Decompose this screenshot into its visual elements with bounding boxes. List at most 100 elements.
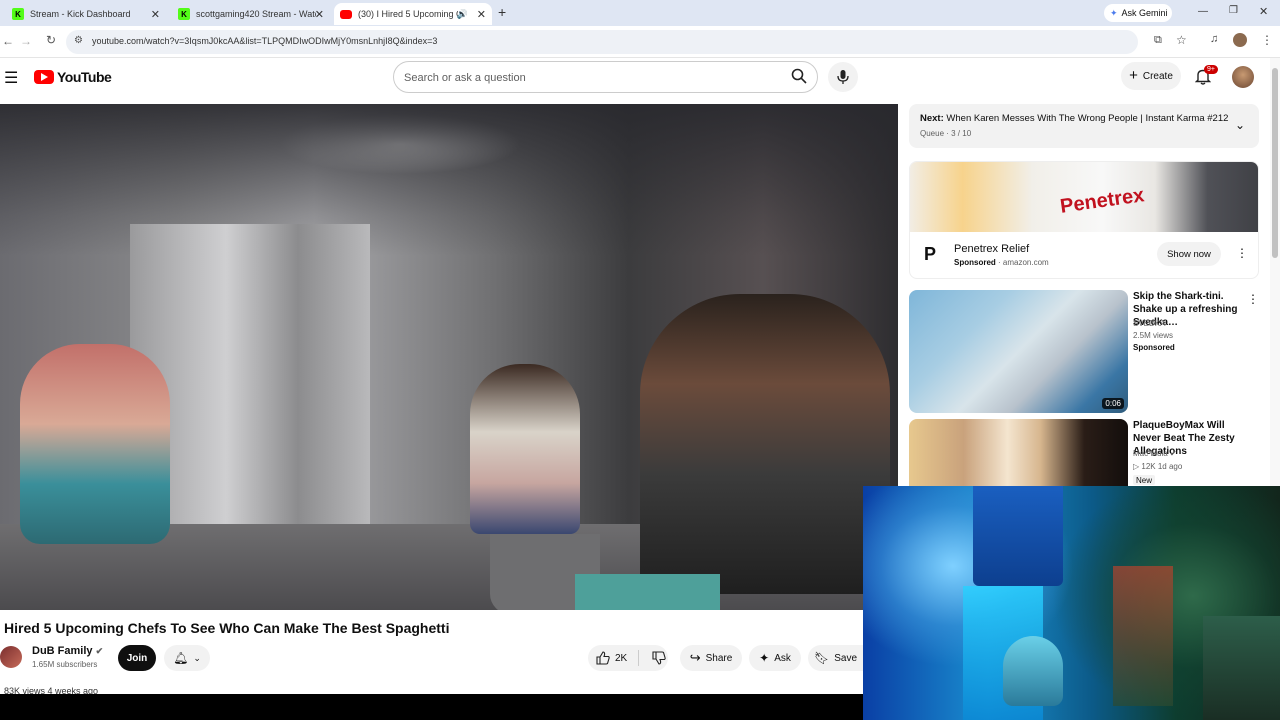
dislike-button[interactable] — [652, 651, 666, 665]
tab-close-icon[interactable]: ✕ — [477, 8, 486, 21]
verified-check-icon: ✔ — [1169, 449, 1177, 458]
show-now-button[interactable]: Show now — [1157, 242, 1221, 266]
sponsored-label: Sponsored — [954, 258, 996, 267]
scrollbar-thumb[interactable] — [1272, 68, 1278, 258]
url-text[interactable]: youtube.com/watch?v=3IqsmJ0kcAA&list=TLP… — [92, 36, 437, 46]
window-close-icon[interactable]: ✕ — [1259, 5, 1268, 18]
youtube-play-logo-icon — [34, 70, 54, 84]
new-badge: New — [1133, 475, 1156, 485]
browser-menu-icon[interactable]: ⋮ — [1261, 33, 1273, 47]
youtube-header: ☰ YouTube Search or ask a question + Cre… — [0, 58, 1270, 98]
save-label: Save — [834, 652, 858, 664]
video-views-date: 83K views 4 weeks ago — [4, 686, 99, 694]
microphone-icon — [837, 70, 849, 84]
voice-search-button[interactable] — [828, 62, 858, 92]
tab-title: scottgaming420 Stream - Watc — [196, 9, 316, 19]
webcam-shirt-poster — [973, 486, 1063, 586]
next-video-line: Next: When Karen Messes With The Wrong P… — [920, 113, 1228, 124]
sidebar-video-meta: ▷ 12K 1d ago — [1133, 462, 1182, 471]
video-player[interactable] — [0, 104, 898, 610]
bell-icon: 🔔︎ — [173, 651, 189, 665]
kick-favicon-icon: K — [12, 8, 24, 20]
chevron-down-icon: ⌄ — [193, 652, 201, 663]
sidebar-channel-text: Mac Mula — [1133, 449, 1168, 458]
ad-image: Penetrex — [910, 162, 1258, 232]
search-input[interactable]: Search or ask a question — [393, 61, 818, 93]
webcam-figure — [1113, 566, 1173, 706]
audio-playing-icon[interactable]: 🔊 — [457, 9, 468, 20]
like-count: 2K — [615, 652, 628, 664]
create-button[interactable]: + Create — [1121, 62, 1181, 90]
new-tab-button[interactable]: + — [498, 4, 506, 20]
chevron-down-icon[interactable]: ⌄ — [1235, 118, 1245, 132]
verified-check-icon: ✔ — [95, 646, 104, 656]
browser-address-row: ← → ↻ ⚙ youtube.com/watch?v=3IqsmJ0kcAA&… — [0, 26, 1280, 58]
channel-avatar[interactable] — [0, 646, 22, 668]
notifications-button[interactable]: 9+ — [1195, 65, 1218, 86]
search-placeholder: Search or ask a question — [404, 72, 526, 84]
video-title: Hired 5 Upcoming Chefs To See Who Can Ma… — [4, 620, 450, 636]
channel-name[interactable]: DuB Family ✔ — [32, 645, 103, 657]
sponsored-ad-card[interactable]: Penetrex P Penetrex Relief Sponsored · a… — [909, 161, 1259, 279]
search-icon[interactable] — [791, 68, 807, 84]
browser-tab-kick-dashboard[interactable]: K Stream - Kick Dashboard ✕ — [6, 3, 166, 25]
minimize-icon[interactable]: — — [1198, 6, 1208, 17]
media-controls-icon[interactable]: ♫ — [1210, 33, 1218, 45]
webcam-person — [1003, 636, 1063, 706]
ad-name: Penetrex Relief — [954, 243, 1030, 255]
queue-position: Queue · 3 / 10 — [920, 129, 972, 138]
restore-icon[interactable]: ❐ — [1229, 5, 1238, 16]
kick-favicon-icon: K — [178, 8, 190, 20]
hamburger-menu-icon[interactable]: ☰ — [4, 68, 18, 88]
video-thumbnail[interactable] — [909, 419, 1128, 486]
install-app-icon[interactable]: ⧉ — [1154, 34, 1162, 47]
black-bottom-strip — [0, 694, 863, 720]
like-button[interactable]: 2K — [596, 651, 627, 665]
webcam-overlay — [863, 486, 1280, 720]
youtube-logo[interactable]: YouTube — [34, 69, 112, 85]
video-frame-person — [640, 294, 890, 594]
reload-icon[interactable]: ↻ — [46, 33, 56, 47]
subscriber-count: 1.65M subscribers — [32, 660, 98, 669]
video-thumbnail[interactable]: 0:06 — [909, 290, 1128, 413]
join-button[interactable]: Join — [118, 645, 156, 671]
share-button[interactable]: ↪ Share — [680, 645, 742, 671]
tab-close-icon[interactable]: ✕ — [315, 8, 324, 21]
forward-icon[interactable]: → — [20, 34, 32, 48]
account-avatar[interactable] — [1232, 66, 1254, 88]
sparkle-icon: ✦ — [759, 651, 770, 665]
tab-title: Stream - Kick Dashboard — [30, 9, 131, 19]
ad-sponsor-line: Sponsored · amazon.com — [954, 258, 1049, 267]
ask-gemini-button[interactable]: ✦ Ask Gemini — [1104, 4, 1172, 22]
bookmark-star-icon[interactable]: ☆ — [1176, 33, 1187, 47]
gemini-sparkle-icon: ✦ — [1110, 7, 1118, 18]
like-divider — [638, 650, 640, 666]
sponsored-badge: Sponsored — [1133, 343, 1175, 352]
next-prefix: Next: — [920, 113, 944, 124]
subscription-bell-button[interactable]: 🔔︎ ⌄ — [164, 645, 210, 671]
webcam-chair — [1203, 616, 1280, 720]
back-icon[interactable]: ← — [2, 34, 14, 48]
browser-tab-bar: K Stream - Kick Dashboard ✕ K scottgamin… — [0, 0, 1280, 26]
sidebar-channel-name[interactable]: SVEDKA — [1133, 319, 1165, 328]
penetrex-logo-icon: P — [924, 244, 937, 264]
ad-domain: amazon.com — [1002, 258, 1049, 267]
sidebar-channel-name[interactable]: Mac Mula ✔ — [1133, 449, 1177, 458]
video-frame-person — [20, 344, 170, 544]
more-options-icon[interactable]: ⋮ — [1247, 292, 1259, 306]
profile-avatar[interactable] — [1233, 33, 1247, 47]
save-button[interactable]: 🔖︎ Save — [808, 645, 863, 671]
browser-tab-kick-stream[interactable]: K scottgaming420 Stream - Watc ✕ — [172, 3, 330, 25]
notification-badge: 9+ — [1204, 65, 1218, 74]
ask-gemini-label: Ask Gemini — [1121, 8, 1168, 18]
thumbs-up-icon — [596, 651, 610, 665]
page-scrollbar[interactable] — [1270, 58, 1280, 486]
tab-close-icon[interactable]: ✕ — [151, 8, 160, 21]
play-count-icon: ▷ — [1133, 462, 1140, 471]
bookmark-icon: 🔖︎ — [813, 651, 830, 665]
site-info-icon[interactable]: ⚙ — [74, 35, 83, 46]
browser-tab-youtube[interactable]: (30) I Hired 5 Upcoming Ch 🔊 ✕ — [334, 3, 492, 25]
ask-button[interactable]: ✦ Ask — [749, 645, 801, 671]
more-options-icon[interactable]: ⋮ — [1236, 246, 1248, 260]
queue-next-card[interactable]: Next: When Karen Messes With The Wrong P… — [909, 104, 1259, 148]
